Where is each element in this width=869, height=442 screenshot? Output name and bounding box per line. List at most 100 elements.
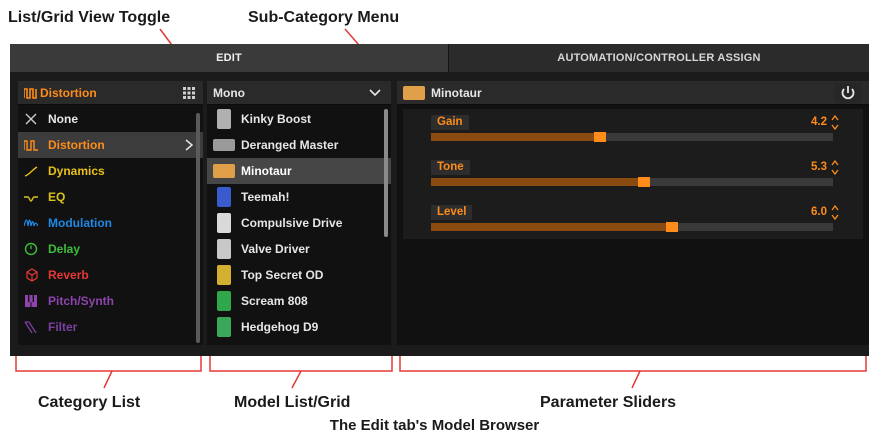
figure-caption: The Edit tab's Model Browser (329, 417, 540, 434)
model-item-label: Deranged Master (241, 138, 339, 152)
category-item-label: Modulation (48, 216, 112, 230)
kinky-boost-pedal-icon (217, 109, 231, 129)
teemah-pedal-icon (217, 187, 231, 207)
category-item-label: Filter (48, 320, 78, 334)
param-gain-value[interactable]: 4.2 (811, 116, 827, 128)
category-item-label: Reverb (48, 268, 89, 282)
callout-category-list: Category List (38, 394, 141, 411)
list-grid-toggle-icon[interactable] (183, 87, 195, 99)
param-level-slider[interactable] (431, 222, 833, 232)
parameter-model-title: Minotaur (431, 86, 482, 100)
tab-automation-controller-assign[interactable]: AUTOMATION/CONTROLLER ASSIGN (448, 44, 869, 72)
up-down-arrows-icon[interactable] (831, 160, 839, 175)
model-item-label: Kinky Boost (241, 112, 312, 126)
model-item-scream-808[interactable]: Scream 808 (207, 288, 391, 314)
category-item-label: None (48, 112, 78, 126)
hedgehog-d9-pedal-icon (217, 317, 231, 337)
delay-circle-icon (24, 242, 38, 256)
category-header[interactable]: Distortion (18, 81, 203, 105)
category-item-label: EQ (48, 190, 66, 204)
param-tone-label: Tone (431, 160, 470, 175)
deranged-master-pedal-icon (213, 139, 235, 151)
model-item-kinky-boost[interactable]: Kinky Boost (207, 106, 391, 132)
eq-wave-icon (24, 196, 38, 202)
power-icon[interactable] (835, 83, 861, 103)
category-item-label: Pitch/Synth (48, 294, 115, 308)
model-item-label: Top Secret OD (241, 268, 324, 282)
param-tone-value[interactable]: 5.3 (811, 161, 827, 173)
x-icon (25, 113, 37, 125)
category-scrollbar[interactable] (196, 113, 200, 343)
modulation-wave-icon (24, 219, 38, 227)
model-item-label: Teemah! (241, 190, 290, 204)
category-item-delay[interactable]: Delay (18, 236, 203, 262)
category-item-filter[interactable]: Filter (18, 314, 203, 340)
tab-bar: EDIT AUTOMATION/CONTROLLER ASSIGN (10, 44, 869, 72)
callout-parameter-sliders: Parameter Sliders (540, 394, 677, 411)
parameter-panel: Minotaur Gain 4.2 Tone 5.3 Level 6.0 (397, 81, 869, 345)
category-item-dynamics[interactable]: Dynamics (18, 158, 203, 184)
model-list-panel: Mono Kinky Boost Deranged Master Minotau… (207, 81, 391, 345)
slider-fill (431, 223, 672, 231)
category-item-label: Dynamics (48, 164, 105, 178)
parameter-header: Minotaur (397, 81, 869, 105)
tab-edit[interactable]: EDIT (10, 44, 448, 72)
param-gain: Gain 4.2 (431, 115, 861, 155)
distortion-wave-icon (24, 140, 38, 151)
category-item-none[interactable]: None (18, 106, 203, 132)
param-tone: Tone 5.3 (431, 160, 861, 200)
slider-fill (431, 133, 600, 141)
top-secret-od-pedal-icon (217, 265, 231, 285)
param-level-value[interactable]: 6.0 (811, 206, 827, 218)
sub-category-menu[interactable]: Mono (207, 81, 391, 105)
param-level: Level 6.0 (431, 205, 861, 245)
model-item-label: Compulsive Drive (241, 216, 343, 230)
param-gain-slider[interactable] (431, 132, 833, 142)
param-tone-slider[interactable] (431, 177, 833, 187)
category-header-title: Distortion (40, 86, 97, 100)
category-item-reverb[interactable]: Reverb (18, 262, 203, 288)
model-item-valve-driver[interactable]: Valve Driver (207, 236, 391, 262)
filter-slope-icon (24, 321, 37, 334)
leader-line-category (103, 370, 113, 389)
model-browser-window: EDIT AUTOMATION/CONTROLLER ASSIGN Distor… (10, 44, 869, 356)
model-item-teemah[interactable]: Teemah! (207, 184, 391, 210)
up-down-arrows-icon[interactable] (831, 115, 839, 130)
bracket-parameter-sliders (399, 356, 867, 372)
model-item-top-secret-od[interactable]: Top Secret OD (207, 262, 391, 288)
model-item-compulsive-drive[interactable]: Compulsive Drive (207, 210, 391, 236)
callout-model-list-grid: Model List/Grid (234, 394, 351, 411)
chevron-right-icon (185, 139, 194, 151)
category-item-label: Delay (48, 242, 81, 256)
minotaur-pedal-icon (213, 164, 235, 178)
category-list-panel: Distortion None Distortion Dynamics EQ M… (18, 81, 203, 345)
minotaur-pedal-icon (403, 86, 425, 100)
valve-driver-pedal-icon (217, 239, 231, 259)
compulsive-drive-pedal-icon (217, 213, 231, 233)
slider-thumb[interactable] (594, 132, 606, 142)
slider-thumb[interactable] (666, 222, 678, 232)
model-item-minotaur[interactable]: Minotaur (207, 158, 391, 184)
bracket-category-list (15, 356, 202, 372)
param-gain-label: Gain (431, 115, 469, 130)
scream-808-pedal-icon (217, 291, 231, 311)
leader-line-params (631, 370, 641, 389)
sub-category-value: Mono (213, 86, 245, 100)
dynamics-curve-icon (24, 166, 38, 177)
category-item-distortion[interactable]: Distortion (18, 132, 203, 158)
model-item-label: Valve Driver (241, 242, 310, 256)
category-item-eq[interactable]: EQ (18, 184, 203, 210)
model-item-label: Minotaur (241, 164, 292, 178)
leader-line-model (291, 370, 302, 389)
model-item-deranged-master[interactable]: Deranged Master (207, 132, 391, 158)
up-down-arrows-icon[interactable] (831, 205, 839, 220)
category-item-modulation[interactable]: Modulation (18, 210, 203, 236)
category-item-pitch-synth[interactable]: Pitch/Synth (18, 288, 203, 314)
slider-thumb[interactable] (638, 177, 650, 187)
param-level-label: Level (431, 205, 473, 220)
model-scrollbar[interactable] (384, 109, 388, 237)
category-item-label: Distortion (48, 138, 105, 152)
distortion-wave-icon (24, 88, 37, 99)
model-item-hedgehog-d9[interactable]: Hedgehog D9 (207, 314, 391, 340)
reverb-cube-icon (26, 268, 38, 282)
